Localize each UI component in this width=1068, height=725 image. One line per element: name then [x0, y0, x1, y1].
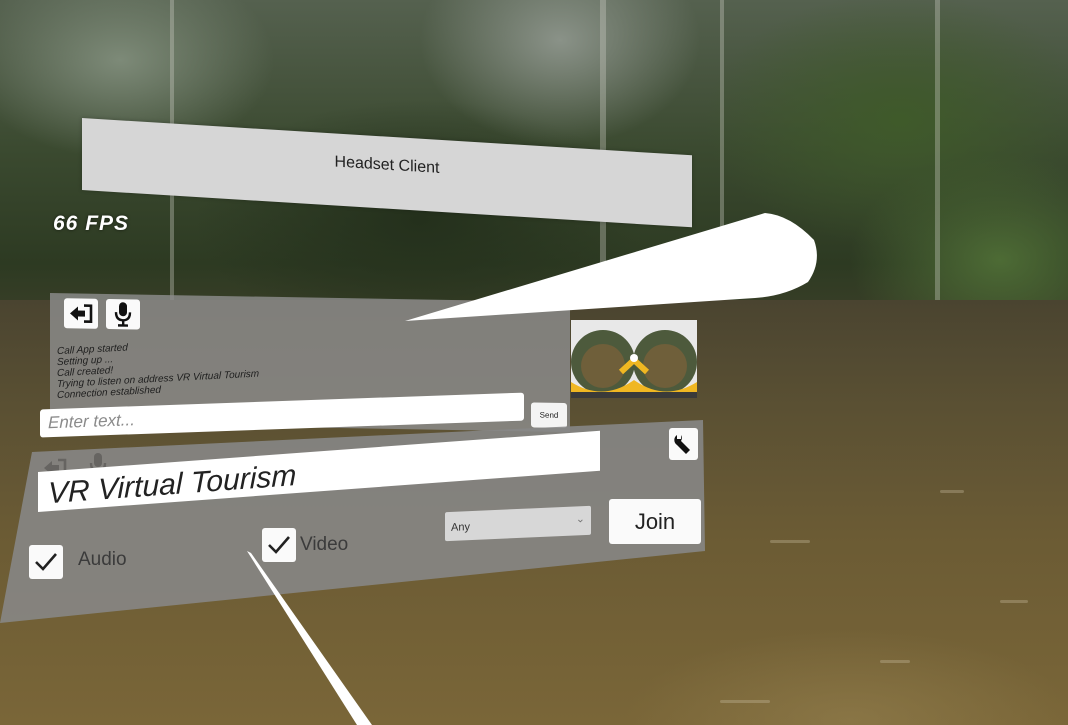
- water-ripple: [940, 490, 964, 493]
- sign-out-icon: [70, 304, 93, 324]
- fps-counter: 66 FPS: [53, 212, 130, 235]
- video-checkbox[interactable]: [262, 528, 296, 562]
- tree-trunk: [720, 0, 724, 330]
- chevron-down-icon: ⌄: [575, 513, 585, 526]
- wrench-icon: [673, 435, 690, 454]
- join-button[interactable]: Join: [609, 499, 701, 544]
- device-selected-value: Any: [451, 521, 470, 534]
- send-button[interactable]: Send: [531, 402, 567, 429]
- video-label: Video: [300, 534, 349, 555]
- chat-panel: Call App started Setting up ... Call cre…: [40, 293, 570, 438]
- water-ripple: [880, 660, 910, 663]
- water-ripple: [720, 700, 770, 703]
- audio-checkbox[interactable]: [29, 545, 63, 579]
- tree-trunk: [935, 0, 940, 330]
- checkmark-icon: [268, 536, 290, 554]
- checkmark-icon: [35, 553, 57, 571]
- settings-button[interactable]: [669, 428, 698, 460]
- audio-label: Audio: [78, 549, 127, 570]
- mute-microphone-button[interactable]: [106, 298, 140, 330]
- microphone-icon: [114, 302, 132, 327]
- chat-log: Call App started Setting up ... Call cre…: [57, 336, 259, 401]
- water-ripple: [770, 540, 810, 543]
- video-frame-image: [571, 320, 697, 398]
- water-ripple: [1000, 600, 1028, 603]
- remote-video-preview: [571, 320, 697, 398]
- leave-call-button[interactable]: [64, 298, 98, 329]
